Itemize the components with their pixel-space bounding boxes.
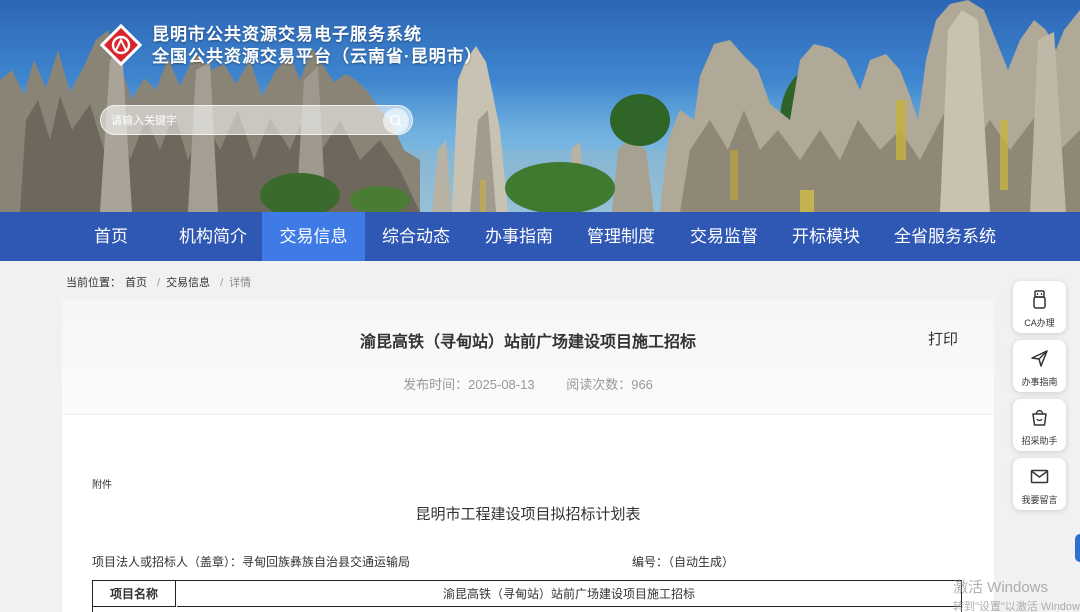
nav-item-about[interactable]: 机构简介 (164, 212, 262, 261)
search-icon (389, 114, 402, 127)
breadcrumb-home[interactable]: 首页 (125, 277, 147, 289)
nav-item-supervision[interactable]: 交易监督 (675, 212, 773, 261)
sidebar-item-procurement[interactable]: 招采助手 (1013, 399, 1066, 451)
search-input[interactable] (111, 112, 371, 130)
nav-item-regulations[interactable]: 管理制度 (572, 212, 670, 261)
site-logo[interactable] (99, 23, 143, 67)
nav-item-bid-opening[interactable]: 开标模块 (777, 212, 875, 261)
sidebar-item-guide[interactable]: 办事指南 (1013, 340, 1066, 392)
main-nav: 首页 机构简介 交易信息 综合动态 办事指南 管理制度 交易监督 开标模块 全省… (0, 212, 1080, 261)
shopping-bag-icon (1032, 409, 1047, 426)
header-banner: 昆明市公共资源交易电子服务系统 全国公共资源交易平台（云南省·昆明市） (0, 0, 1080, 212)
table-header-cell: 项目名称 (93, 581, 176, 607)
breadcrumb-prefix: 当前位置： (66, 277, 121, 289)
sidebar-item-label: 办事指南 (1021, 377, 1058, 387)
print-button[interactable]: 打印 (928, 328, 958, 349)
nav-item-trade-info[interactable]: 交易信息 (262, 212, 365, 261)
site-title-line2: 全国公共资源交易平台（云南省·昆明市） (152, 47, 483, 66)
publish-date-label: 发布时间： (403, 377, 469, 392)
site-title-line1: 昆明市公共资源交易电子服务系统 (152, 25, 422, 44)
envelope-icon (1030, 469, 1049, 484)
watermark-line1: 激活 Windows (953, 579, 1049, 596)
read-count-label: 阅读次数： (566, 377, 632, 392)
article-title: 渝昆高铁（寻甸站）站前广场建设项目施工招标 (359, 334, 696, 351)
search-bar (100, 105, 413, 135)
article-meta: 发布时间：2025-08-13 阅读次数：966 (62, 374, 994, 393)
sidebar-item-message[interactable]: 我要留言 (1013, 458, 1066, 510)
breadcrumb-separator: / (220, 277, 224, 289)
publish-date: 发布时间：2025-08-13 (403, 377, 535, 392)
nav-item-news[interactable]: 综合动态 (367, 212, 465, 261)
legal-person-line: 项目法人或招标人（盖章）：寻甸回族彝族自治县交通运输局 (92, 555, 411, 569)
read-count-value: 966 (631, 377, 653, 392)
serial-number: 编号：（自动生成） (632, 555, 735, 569)
nav-item-province-system[interactable]: 全省服务系统 (880, 212, 1010, 261)
sidebar-item-ca[interactable]: CA办理 (1013, 281, 1066, 333)
read-count: 阅读次数：966 (566, 377, 653, 392)
nav-item-home[interactable]: 首页 (70, 212, 152, 261)
paper-plane-icon (1031, 350, 1048, 367)
sidebar-item-label: 招采助手 (1021, 436, 1058, 446)
watermark-line2: 转到"设置"以激活 Windows (953, 601, 1080, 612)
usb-key-icon (1033, 290, 1046, 309)
windows-activation-watermark: 激活 Windows 转到"设置"以激活 Windows (953, 576, 1080, 612)
plan-table: 项目名称 渝昆高铁（寻甸站）站前广场建设项目施工招标 (92, 580, 962, 612)
attachment-label: 附件 (92, 480, 112, 491)
edge-widget[interactable] (1075, 534, 1080, 562)
article-card: 渝昆高铁（寻甸站）站前广场建设项目施工招标 打印 发布时间：2025-08-13… (62, 300, 994, 612)
site-title: 昆明市公共资源交易电子服务系统 全国公共资源交易平台（云南省·昆明市） (152, 24, 483, 68)
publish-date-value: 2025-08-13 (468, 377, 535, 392)
breadcrumb-trade-info[interactable]: 交易信息 (166, 277, 210, 289)
breadcrumb-separator: / (157, 277, 161, 289)
search-button[interactable] (383, 108, 409, 134)
breadcrumb: 当前位置： 首页 / 交易信息 / 详情 (66, 274, 255, 290)
breadcrumb-current: 详情 (229, 277, 252, 289)
sidebar-item-label: CA办理 (1024, 318, 1055, 328)
sidebar-item-label: 我要留言 (1021, 495, 1058, 505)
document-title: 昆明市工程建设项目拟招标计划表 (415, 506, 641, 523)
table-value-cell: 渝昆高铁（寻甸站）站前广场建设项目施工招标 (177, 581, 961, 607)
nav-item-guide[interactable]: 办事指南 (470, 212, 568, 261)
article-header: 渝昆高铁（寻甸站）站前广场建设项目施工招标 打印 发布时间：2025-08-13… (62, 300, 994, 415)
